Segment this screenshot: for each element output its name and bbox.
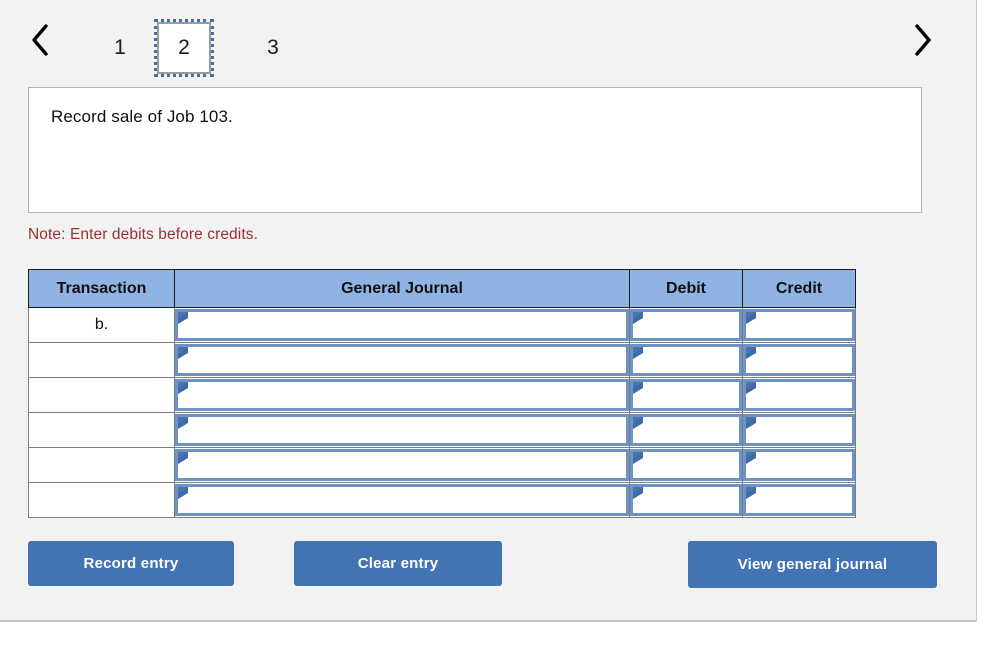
- dropdown-triangle-icon[interactable]: [178, 312, 188, 324]
- chevron-right-icon[interactable]: [900, 22, 944, 68]
- credit-input[interactable]: [743, 309, 855, 341]
- view-general-journal-button[interactable]: View general journal: [688, 541, 937, 588]
- general-journal-input-cell: [174, 412, 630, 448]
- dropdown-triangle-icon[interactable]: [746, 487, 756, 499]
- debit-input-cell: [629, 342, 743, 378]
- table-header-row: Transaction General Journal Debit Credit: [28, 269, 856, 308]
- table-row: [28, 482, 856, 518]
- general-journal-input[interactable]: [175, 379, 629, 411]
- dropdown-triangle-icon[interactable]: [633, 382, 643, 394]
- general-journal-input-cell: [174, 342, 630, 378]
- record-entry-button[interactable]: Record entry: [28, 541, 234, 586]
- general-journal-input-cell: [174, 447, 630, 483]
- credit-input-cell: [742, 342, 856, 378]
- column-header-debit: Debit: [629, 269, 743, 308]
- debit-input-cell: [629, 307, 743, 343]
- table-row: [28, 447, 856, 483]
- debit-input-cell: [629, 447, 743, 483]
- table-row: [28, 412, 856, 448]
- debit-input[interactable]: [630, 344, 742, 376]
- transaction-cell: [28, 447, 175, 483]
- credit-input-cell: [742, 412, 856, 448]
- dropdown-triangle-icon[interactable]: [633, 487, 643, 499]
- dropdown-triangle-icon[interactable]: [178, 417, 188, 429]
- worksheet-panel: 1 2 3 Record sale of Job 103. Note: Ente…: [0, 0, 977, 622]
- chevron-left-icon[interactable]: [18, 22, 62, 68]
- general-journal-input[interactable]: [175, 309, 629, 341]
- dropdown-triangle-icon[interactable]: [746, 347, 756, 359]
- credit-input[interactable]: [743, 449, 855, 481]
- credit-input-cell: [742, 377, 856, 413]
- general-journal-input[interactable]: [175, 344, 629, 376]
- table-row: [28, 342, 856, 378]
- prompt-box: Record sale of Job 103.: [28, 87, 922, 213]
- general-journal-table: Transaction General Journal Debit Credit…: [28, 269, 856, 518]
- credit-input[interactable]: [743, 379, 855, 411]
- dropdown-triangle-icon[interactable]: [178, 487, 188, 499]
- dropdown-triangle-icon[interactable]: [178, 452, 188, 464]
- page-button-1[interactable]: 1: [93, 22, 147, 74]
- debit-input[interactable]: [630, 449, 742, 481]
- transaction-cell: b.: [28, 307, 175, 343]
- page-button-3[interactable]: 3: [246, 22, 300, 74]
- debit-input[interactable]: [630, 484, 742, 516]
- column-header-transaction: Transaction: [28, 269, 175, 308]
- column-header-general-journal: General Journal: [174, 269, 630, 308]
- credit-input-cell: [742, 307, 856, 343]
- general-journal-input[interactable]: [175, 484, 629, 516]
- credit-input[interactable]: [743, 484, 855, 516]
- dropdown-triangle-icon[interactable]: [633, 417, 643, 429]
- general-journal-input-cell: [174, 482, 630, 518]
- table-body: b.: [28, 307, 856, 518]
- general-journal-input-cell: [174, 377, 630, 413]
- dropdown-triangle-icon[interactable]: [746, 417, 756, 429]
- debits-before-credits-note: Note: Enter debits before credits.: [28, 226, 258, 243]
- dropdown-triangle-icon[interactable]: [178, 347, 188, 359]
- credit-input[interactable]: [743, 414, 855, 446]
- dropdown-triangle-icon[interactable]: [746, 312, 756, 324]
- general-journal-input[interactable]: [175, 449, 629, 481]
- table-row: b.: [28, 307, 856, 343]
- debit-input[interactable]: [630, 414, 742, 446]
- transaction-cell: [28, 342, 175, 378]
- clear-entry-button[interactable]: Clear entry: [294, 541, 502, 586]
- general-journal-input-cell: [174, 307, 630, 343]
- debit-input-cell: [629, 377, 743, 413]
- transaction-cell: [28, 482, 175, 518]
- dropdown-triangle-icon[interactable]: [633, 452, 643, 464]
- dropdown-triangle-icon[interactable]: [746, 382, 756, 394]
- table-row: [28, 377, 856, 413]
- debit-input[interactable]: [630, 379, 742, 411]
- prompt-text: Record sale of Job 103.: [51, 107, 233, 126]
- pagination-bar: 1 2 3: [0, 0, 960, 86]
- journal-entry-screen: 1 2 3 Record sale of Job 103. Note: Ente…: [0, 0, 984, 654]
- column-header-credit: Credit: [742, 269, 856, 308]
- transaction-cell: [28, 412, 175, 448]
- dropdown-triangle-icon[interactable]: [746, 452, 756, 464]
- dropdown-triangle-icon[interactable]: [633, 312, 643, 324]
- dropdown-triangle-icon[interactable]: [633, 347, 643, 359]
- debit-input-cell: [629, 412, 743, 448]
- debit-input[interactable]: [630, 309, 742, 341]
- credit-input-cell: [742, 482, 856, 518]
- credit-input[interactable]: [743, 344, 855, 376]
- dropdown-triangle-icon[interactable]: [178, 382, 188, 394]
- general-journal-input[interactable]: [175, 414, 629, 446]
- debit-input-cell: [629, 482, 743, 518]
- page-button-2[interactable]: 2: [154, 19, 214, 77]
- transaction-cell: [28, 377, 175, 413]
- credit-input-cell: [742, 447, 856, 483]
